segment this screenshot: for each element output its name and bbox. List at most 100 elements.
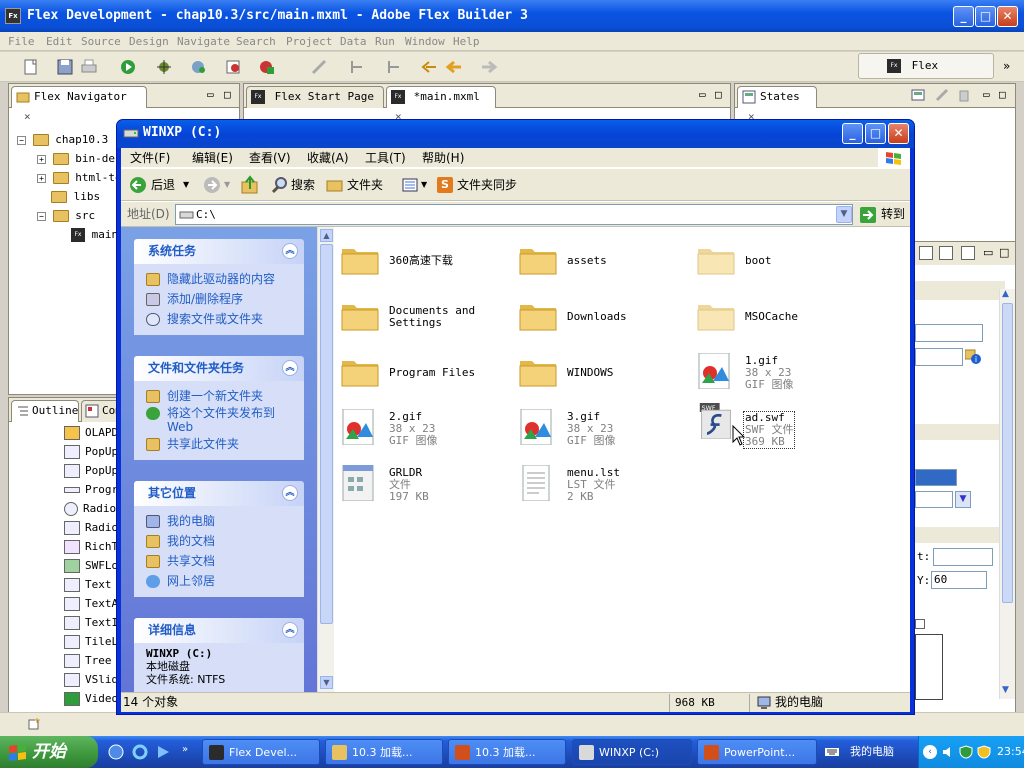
collapse-chevron-icon[interactable]: ︽ bbox=[282, 243, 298, 259]
last-edit-icon[interactable] bbox=[420, 58, 438, 76]
file-item[interactable]: 2.gif 38 x 23 GIF 图像 bbox=[340, 403, 520, 453]
scroll-thumb[interactable] bbox=[320, 244, 333, 624]
menu-file[interactable]: File bbox=[8, 32, 35, 51]
system-tasks-header[interactable]: 系统任务 ︽ bbox=[134, 239, 304, 264]
menu-tools[interactable]: 工具(T) bbox=[365, 148, 406, 168]
place-my-documents[interactable]: 我的文档 bbox=[146, 531, 304, 551]
views-dropdown-icon[interactable]: ▼ bbox=[421, 169, 427, 201]
maximize-view-icon[interactable]: □ bbox=[999, 88, 1006, 101]
address-dropdown-icon[interactable]: ▼ bbox=[836, 206, 852, 223]
tab-flex-start-page[interactable]: Fx Flex Start Page bbox=[246, 86, 384, 108]
standard-view-icon[interactable] bbox=[919, 246, 933, 260]
file-view-scrollbar[interactable]: ▲ ▼ bbox=[317, 227, 334, 692]
speaker-icon[interactable] bbox=[941, 745, 955, 759]
file-item[interactable]: MSOCache bbox=[696, 291, 876, 341]
explorer-maximize-button[interactable]: □ bbox=[865, 123, 886, 144]
clock[interactable]: 23:54 bbox=[997, 736, 1024, 768]
task-publish-web[interactable]: 将这个文件夹发布到 Web bbox=[146, 406, 304, 434]
save-icon[interactable] bbox=[56, 58, 74, 76]
tree-node-libs[interactable]: libs bbox=[51, 189, 100, 205]
explorer-close-button[interactable]: ✕ bbox=[888, 123, 909, 144]
search-icon[interactable] bbox=[271, 176, 289, 194]
task-add-remove-programs[interactable]: 添加/删除程序 bbox=[146, 289, 304, 309]
maximize-button[interactable]: □ bbox=[975, 6, 996, 27]
other-places-header[interactable]: 其它位置 ︽ bbox=[134, 481, 304, 506]
menu-edit[interactable]: Edit bbox=[46, 32, 73, 51]
security-shield-icon[interactable] bbox=[959, 745, 973, 759]
file-item[interactable]: boot bbox=[696, 235, 876, 285]
profile-icon[interactable] bbox=[190, 58, 208, 76]
binding-icon[interactable]: i bbox=[965, 348, 981, 364]
collapse-chevron-icon[interactable]: ︽ bbox=[282, 622, 298, 638]
file-item[interactable]: Documents and Settings bbox=[340, 291, 520, 341]
forward-arrow-icon[interactable] bbox=[203, 176, 221, 194]
property-field[interactable] bbox=[915, 324, 983, 342]
file-item[interactable]: 360高速下载 bbox=[340, 235, 520, 285]
alphabetical-view-icon[interactable] bbox=[961, 246, 975, 260]
annotation-icon[interactable] bbox=[310, 58, 328, 76]
perspective-overflow-icon[interactable]: » bbox=[1003, 58, 1017, 74]
file-item[interactable]: Program Files bbox=[340, 347, 520, 397]
keyboard-icon[interactable] bbox=[825, 745, 839, 759]
menu-project[interactable]: Project bbox=[286, 32, 332, 51]
task-hide-drive-contents[interactable]: 隐藏此驱动器的内容 bbox=[146, 269, 304, 289]
property-y-input[interactable]: 60 bbox=[931, 571, 987, 589]
minimize-view-icon[interactable]: ▭ bbox=[699, 88, 706, 101]
category-view-icon[interactable] bbox=[939, 246, 953, 260]
fast-view-icon[interactable] bbox=[28, 717, 42, 731]
task-powerpoint[interactable]: PowerPoint... bbox=[697, 739, 817, 765]
tab-states[interactable]: States × bbox=[737, 86, 817, 123]
forward-dropdown-icon[interactable]: ▼ bbox=[224, 169, 230, 201]
collapse-icon[interactable]: − bbox=[17, 135, 26, 145]
quicklaunch-overflow-icon[interactable]: » bbox=[182, 744, 188, 755]
file-item[interactable]: GRLDR 文件 197 KB bbox=[340, 459, 520, 509]
collapse-chevron-icon[interactable]: ︽ bbox=[282, 485, 298, 501]
menu-file[interactable]: 文件(F) bbox=[130, 148, 170, 168]
maximize-view-icon[interactable]: □ bbox=[999, 246, 1009, 259]
scroll-down-icon[interactable]: ▼ bbox=[320, 676, 333, 689]
property-select[interactable] bbox=[915, 491, 953, 508]
delete-state-icon[interactable] bbox=[957, 88, 971, 102]
menu-view[interactable]: 查看(V) bbox=[249, 148, 291, 168]
explorer-minimize-button[interactable]: _ bbox=[842, 123, 863, 144]
go-arrow-icon[interactable] bbox=[859, 206, 877, 224]
desktop-toolbar-label[interactable]: 我的电脑 bbox=[850, 736, 894, 768]
place-shared-documents[interactable]: 共享文档 bbox=[146, 551, 304, 571]
property-checkbox[interactable] bbox=[915, 619, 925, 629]
views-icon[interactable] bbox=[402, 177, 422, 193]
task-search-files[interactable]: 搜索文件或文件夹 bbox=[146, 309, 304, 329]
menu-help[interactable]: 帮助(H) bbox=[422, 148, 464, 168]
maximize-view-icon[interactable]: □ bbox=[715, 88, 722, 101]
file-item[interactable]: 1.gif 38 x 23 GIF 图像 bbox=[696, 347, 876, 397]
property-highlight-field[interactable] bbox=[915, 469, 957, 486]
scroll-thumb[interactable] bbox=[1002, 303, 1013, 603]
menu-navigate[interactable]: Navigate bbox=[177, 32, 230, 51]
folders-button[interactable]: 文件夹 bbox=[347, 169, 383, 201]
minimize-view-icon[interactable]: ▭ bbox=[983, 246, 993, 259]
list-item[interactable]: Text bbox=[64, 575, 112, 594]
file-tasks-header[interactable]: 文件和文件夹任务 ︽ bbox=[134, 356, 304, 381]
print-icon[interactable] bbox=[80, 58, 98, 76]
task-folder-10-3[interactable]: 10.3 加载... bbox=[325, 739, 443, 765]
menu-run[interactable]: Run bbox=[375, 32, 395, 51]
close-button[interactable]: ✕ bbox=[997, 6, 1018, 27]
menu-favorites[interactable]: 收藏(A) bbox=[307, 148, 349, 168]
task-new-folder[interactable]: 创建一个新文件夹 bbox=[146, 386, 304, 406]
new-icon[interactable] bbox=[22, 58, 40, 76]
perspective-switcher[interactable]: Fx Flex Devel... bbox=[858, 53, 994, 96]
details-header[interactable]: 详细信息 ︽ bbox=[134, 618, 304, 643]
file-item[interactable]: Downloads bbox=[518, 291, 698, 341]
up-folder-icon[interactable] bbox=[241, 175, 259, 195]
menu-help[interactable]: Help bbox=[453, 32, 480, 51]
folders-icon[interactable] bbox=[326, 177, 344, 193]
explorer-title-bar[interactable]: WINXP (C:) _ □ ✕ bbox=[117, 120, 914, 148]
back-icon[interactable] bbox=[445, 58, 463, 76]
properties-scrollbar[interactable]: ▲ ▼ bbox=[999, 289, 1015, 699]
next-annotation-icon[interactable] bbox=[348, 58, 366, 76]
file-item[interactable]: WINDOWS bbox=[518, 347, 698, 397]
back-arrow-icon[interactable] bbox=[129, 176, 147, 194]
minimize-view-icon[interactable]: ▭ bbox=[983, 88, 990, 101]
search-button[interactable]: 搜索 bbox=[291, 169, 315, 201]
place-network[interactable]: 网上邻居 bbox=[146, 571, 304, 591]
flex-title-bar[interactable]: Fx Flex Development - chap10.3/src/main.… bbox=[0, 0, 1024, 32]
